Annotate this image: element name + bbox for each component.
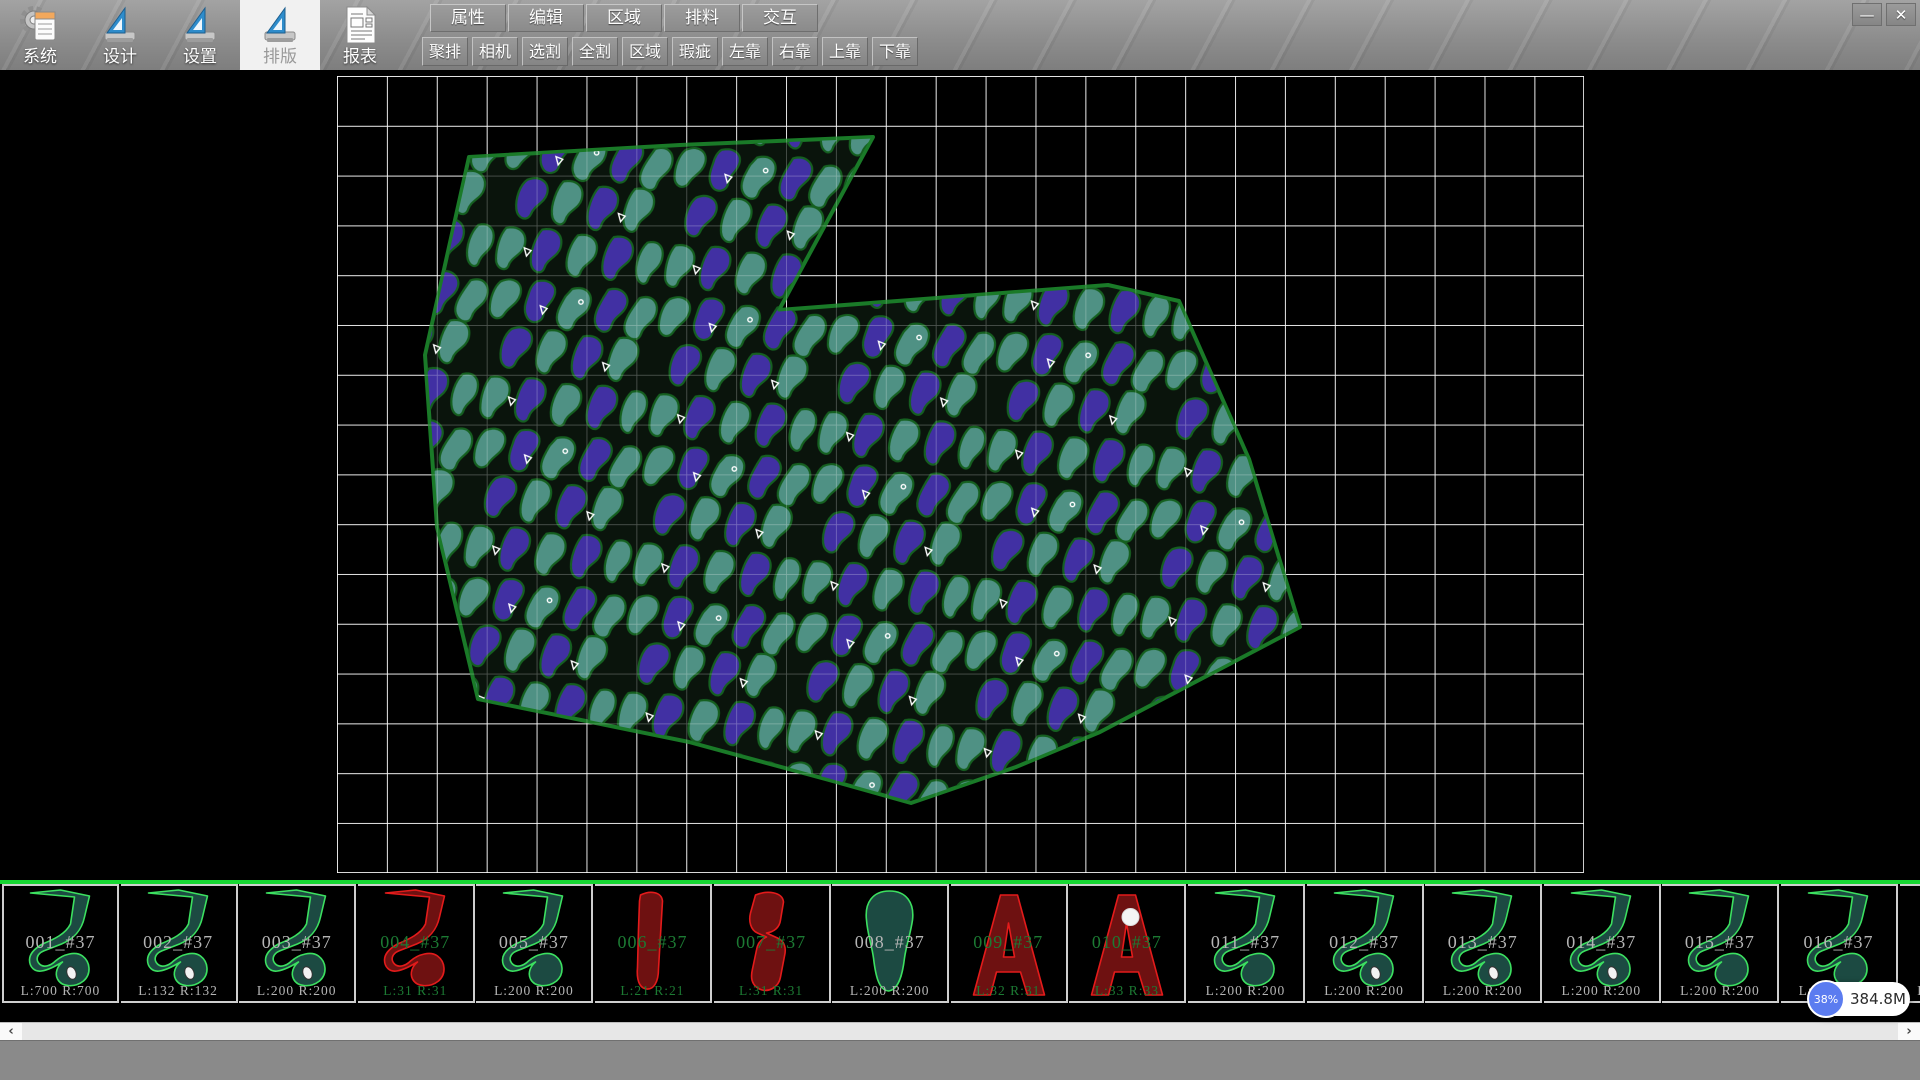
part-lr-count-label: L:200 R:200	[1307, 983, 1422, 999]
thumbnail-015[interactable]: 015_#37 L:200 R:200	[1662, 884, 1779, 1003]
menu-tab-region[interactable]: 区域	[586, 4, 662, 32]
mode-button-label: 系统	[23, 47, 57, 67]
tool-button-align-top[interactable]: 上靠	[822, 37, 868, 66]
part-lr-count-label: L:200 R:200	[476, 983, 591, 999]
part-lr-count-label: L:200 R:200	[832, 983, 947, 999]
thumbnail-009[interactable]: 009_#37 L:32 R:31	[951, 884, 1068, 1003]
part-lr-count-label: L:33 R:33	[1069, 983, 1184, 999]
part-id-label: 016_#37	[1781, 931, 1896, 952]
part-lr-count-label: L:200 R:200	[1188, 983, 1303, 999]
part-lr-count-label: L:700 R:700	[4, 983, 117, 999]
part-id-label: 011_#37	[1188, 931, 1303, 952]
scroll-right-button[interactable]: ›	[1898, 1023, 1920, 1041]
scroll-left-button[interactable]: ‹	[0, 1023, 22, 1041]
thumbnail-005[interactable]: 005_#37 L:200 R:200	[476, 884, 593, 1003]
mode-button-design[interactable]: 设计	[80, 0, 160, 70]
system-gear-icon	[18, 3, 62, 47]
thumbnail-008[interactable]: 008_#37 L:200 R:200	[832, 884, 949, 1003]
thumbnail-004[interactable]: 004_#37 L:31 R:31	[358, 884, 475, 1003]
tool-button-align-bottom[interactable]: 下靠	[872, 37, 918, 66]
tool-button-camera[interactable]: 相机	[472, 37, 518, 66]
thumbnail-007[interactable]: 007_#37 L:31 R:31	[714, 884, 831, 1003]
mode-button-label: 设计	[103, 47, 137, 67]
part-lr-count-label: L:200 R:200	[239, 983, 354, 999]
part-lr-count-label: L:200 R:200	[1544, 983, 1659, 999]
tool-button-region[interactable]: 区域	[622, 37, 668, 66]
part-id-label: 002_#37	[121, 931, 236, 952]
hide-polygon	[425, 137, 1300, 803]
part-id-label: 013_#37	[1425, 931, 1540, 952]
menu-tab-nesting[interactable]: 排料	[664, 4, 740, 32]
status-bar	[0, 1040, 1920, 1080]
set-square-icon	[178, 3, 222, 47]
menu-tab-properties[interactable]: 属性	[430, 4, 506, 32]
part-id-label: 001_#37	[4, 931, 117, 952]
close-button[interactable]: ✕	[1886, 3, 1916, 26]
minimize-button[interactable]: —	[1852, 3, 1882, 26]
thumbnail-006[interactable]: 006_#37 L:21 R:21	[595, 884, 712, 1003]
part-id-label: 014_#37	[1544, 931, 1659, 952]
part-id-label: 015_#37	[1662, 931, 1777, 952]
part-lr-count-label: L:200 R:200	[1662, 983, 1777, 999]
mode-button-layout[interactable]: 排版	[240, 0, 320, 70]
thumbnail-010[interactable]: 010_#37 L:33 R:33	[1069, 884, 1186, 1003]
part-lr-count-label: L:31 R:31	[714, 983, 829, 999]
horizontal-scrollbar[interactable]: ‹ ›	[0, 1022, 1920, 1040]
part-lr-count-label: L:132 R:132	[121, 983, 236, 999]
tool-button-cluster-nest[interactable]: 聚排	[422, 37, 468, 66]
window-controls: — ✕	[1852, 3, 1916, 26]
tool-button-select-cut[interactable]: 选割	[522, 37, 568, 66]
part-id-label: 008_#37	[832, 931, 947, 952]
tool-button-cut-all[interactable]: 全割	[572, 37, 618, 66]
thumbnail-014[interactable]: 014_#37 L:200 R:200	[1544, 884, 1661, 1003]
set-square-icon	[98, 3, 142, 47]
part-id-label: 004_#37	[358, 931, 473, 952]
mode-button-report[interactable]: 报表	[320, 0, 400, 70]
set-square-icon	[258, 3, 302, 47]
nesting-canvas[interactable]	[0, 70, 1920, 882]
part-id-label: 009_#37	[951, 931, 1066, 952]
parts-thumbnail-strip: 001_#37L:700 R:700002_#37L:132 R:132003_…	[0, 884, 1920, 1004]
part-lr-count-label: L:200 R:200	[1425, 983, 1540, 999]
mode-button-label: 排版	[263, 47, 297, 67]
leather-hide-layout	[0, 70, 1920, 882]
mode-button-label: 设置	[183, 47, 217, 67]
thumbnail-002[interactable]: 002_#37 L:132 R:132	[121, 884, 238, 1003]
part-id-label: 005_#37	[476, 931, 591, 952]
part-id-label: 012_#37	[1307, 931, 1422, 952]
mode-button-label: 报表	[343, 47, 377, 67]
part-lr-count-label: L:21 R:21	[595, 983, 710, 999]
tool-button-align-left[interactable]: 左靠	[722, 37, 768, 66]
report-doc-icon	[338, 3, 382, 47]
thumbnail-003[interactable]: 003_#37 L:200 R:200	[239, 884, 356, 1003]
mode-button-settings[interactable]: 设置	[160, 0, 240, 70]
part-id-label: 007_#37	[714, 931, 829, 952]
part-id-label: 006_#37	[595, 931, 710, 952]
part-lr-count-label: L:32 R:31	[951, 983, 1066, 999]
menu-tab-edit[interactable]: 编辑	[508, 4, 584, 32]
part-id-label: 010_#37	[1069, 931, 1184, 952]
memory-value: 384.8M	[1850, 982, 1902, 1016]
part-lr-count-label: L:31 R:31	[358, 983, 473, 999]
usage-percent-indicator: 38%	[1807, 980, 1845, 1018]
part-id-label: 017_#37	[1900, 931, 1920, 952]
menu-tab-interaction[interactable]: 交互	[742, 4, 818, 32]
mode-button-system[interactable]: 系统	[0, 0, 80, 70]
tool-button-align-right[interactable]: 右靠	[772, 37, 818, 66]
thumbnail-001[interactable]: 001_#37 L:700 R:700	[2, 884, 119, 1003]
titlebar: 系统设计设置排版报表 属性编辑区域排料交互 聚排相机选割全割区域瑕疵左靠右靠上靠…	[0, 0, 1920, 70]
thumbnail-011[interactable]: 011_#37 L:200 R:200	[1188, 884, 1305, 1003]
thumbnail-013[interactable]: 013_#37 L:200 R:200	[1425, 884, 1542, 1003]
thumbnail-012[interactable]: 012_#37 L:200 R:200	[1307, 884, 1424, 1003]
tool-button-defect[interactable]: 瑕疵	[672, 37, 718, 66]
application-window: 系统设计设置排版报表 属性编辑区域排料交互 聚排相机选割全割区域瑕疵左靠右靠上靠…	[0, 0, 1920, 1080]
part-id-label: 003_#37	[239, 931, 354, 952]
memory-usage-badge[interactable]: 38% 384.8M	[1810, 982, 1910, 1016]
